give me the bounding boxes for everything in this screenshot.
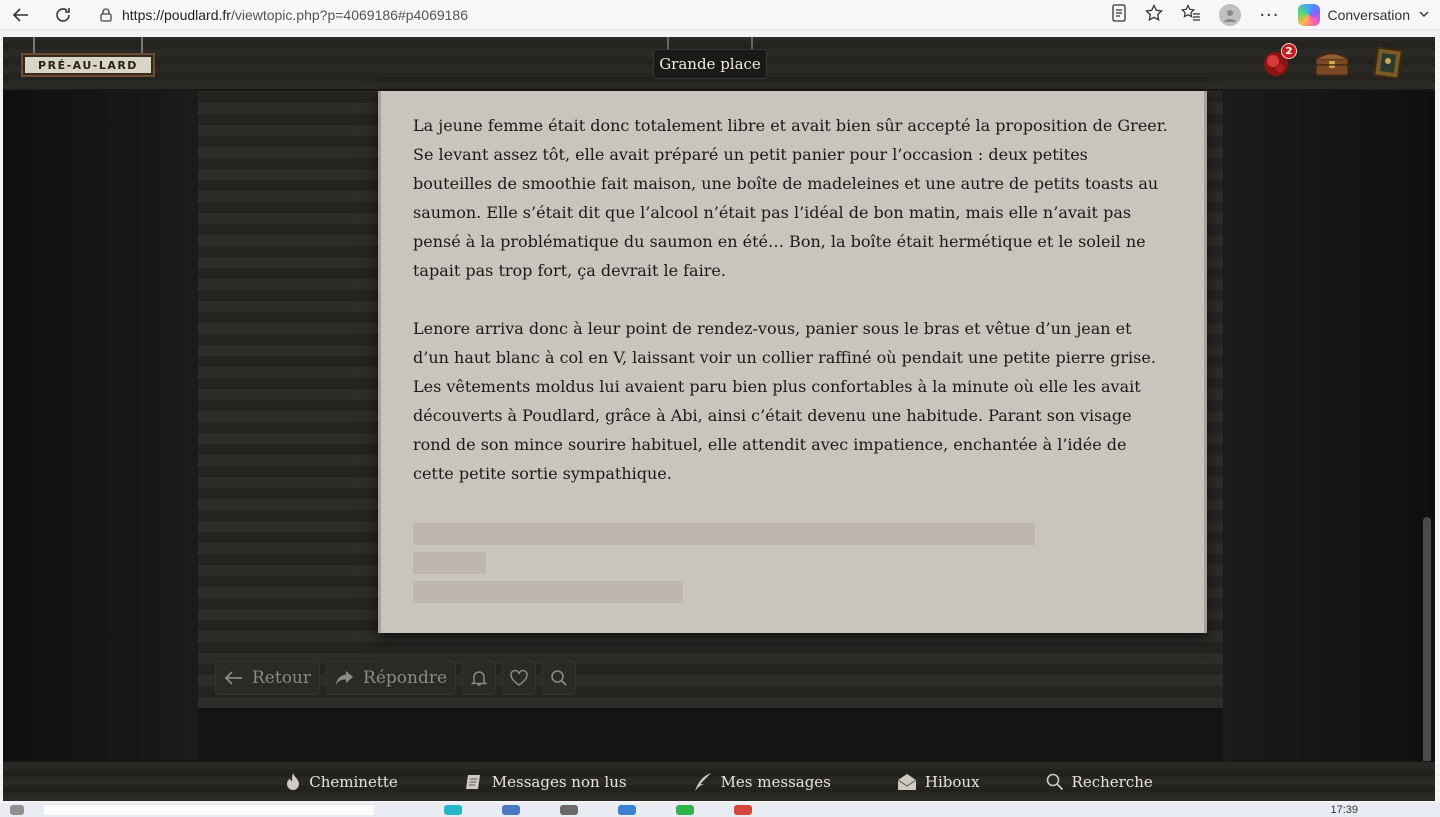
footer-item-label: Hiboux [924, 772, 980, 791]
footer-item-cheminette[interactable]: Cheminette [285, 772, 398, 792]
lock-icon [98, 7, 114, 23]
location-sign[interactable]: PRÉ-AU-LARD [21, 53, 155, 77]
footer-item-label: Cheminette [309, 772, 398, 791]
taskbar-search-box[interactable] [44, 805, 374, 815]
post-paragraph: Lenore arriva donc à leur point de rende… [413, 319, 1156, 483]
back-arrow-icon[interactable] [6, 0, 36, 30]
footer-item-my-messages[interactable]: Mes messages [693, 772, 831, 792]
page-scrollbar[interactable] [1423, 517, 1431, 782]
notification-count-badge: 2 [1281, 43, 1297, 59]
chevron-down-icon [1418, 7, 1430, 23]
footer-item-label: Mes messages [720, 772, 831, 791]
profile-avatar-icon[interactable] [1219, 4, 1242, 26]
forum-page: PRÉ-AU-LARD Grande place 2 La jeune femm… [3, 37, 1435, 801]
app-icon[interactable] [560, 805, 578, 815]
envelope-icon [897, 773, 917, 790]
refresh-icon[interactable] [48, 0, 78, 30]
reply-label: Répondre [363, 668, 448, 688]
place-chain-right [751, 37, 753, 49]
browser-toolbar: https://poudlard.fr/viewtopic.php?p=4069… [0, 0, 1440, 30]
signature-placeholder [413, 552, 486, 574]
quill-icon [694, 772, 711, 791]
address-bar[interactable]: https://poudlard.fr/viewtopic.php?p=4069… [98, 3, 1154, 27]
site-header: PRÉ-AU-LARD Grande place 2 [3, 37, 1435, 91]
taskbar-clock: 17:39 [1330, 804, 1358, 816]
url-path: /viewtopic.php?p=4069186#p4069186 [230, 6, 468, 23]
watch-topic-button[interactable] [462, 661, 497, 695]
footer-nav: Cheminette Messages non lus Mes messages… [3, 761, 1435, 801]
reply-button[interactable]: Répondre [326, 661, 457, 695]
signature-placeholder [413, 523, 1035, 545]
flame-icon [287, 772, 300, 790]
post-paragraph: La jeune femme était donc totalement lib… [413, 116, 1168, 280]
copilot-button[interactable]: Conversation [1297, 4, 1431, 26]
app-icon[interactable] [734, 805, 752, 815]
arrow-left-icon [224, 671, 242, 685]
footer-item-label: Recherche [1071, 772, 1153, 791]
footer-item-label: Messages non lus [491, 772, 627, 791]
back-button[interactable]: Retour [215, 661, 321, 695]
topic-actions: Retour Répondre [215, 661, 577, 695]
post-body: La jeune femme était donc totalement lib… [381, 91, 1204, 488]
place-title[interactable]: Grande place [653, 49, 767, 79]
search-icon [1046, 773, 1063, 790]
footer-item-unread[interactable]: Messages non lus [464, 772, 627, 792]
post-card: La jeune femme était donc totalement lib… [378, 91, 1207, 633]
url-host: https://poudlard.fr [122, 6, 231, 23]
reply-arrow-icon [336, 671, 354, 685]
footer-item-search[interactable]: Recherche [1046, 773, 1153, 791]
favorites-list-icon[interactable] [1181, 4, 1201, 26]
os-taskbar: 17:39 [0, 803, 1440, 817]
search-topic-button[interactable] [542, 661, 577, 695]
bell-icon [470, 671, 488, 686]
place-chain-left [667, 37, 669, 49]
right-wall [1223, 91, 1435, 761]
edge-icon[interactable] [444, 805, 462, 815]
back-label: Retour [252, 668, 312, 688]
copilot-label: Conversation [1327, 7, 1411, 23]
like-button[interactable] [502, 661, 537, 695]
heart-icon [510, 669, 528, 686]
scroll-icon [465, 774, 480, 789]
notifications-gem-icon[interactable]: 2 [1257, 43, 1297, 81]
more-options-icon[interactable]: ··· [1259, 5, 1279, 26]
signature-placeholder [413, 581, 683, 603]
footer-item-owls[interactable]: Hiboux [897, 773, 980, 791]
sign-chain-left [33, 37, 35, 53]
search-icon [551, 670, 567, 686]
left-wall [3, 91, 198, 761]
app-icon[interactable] [676, 805, 694, 815]
sign-chain-right [141, 37, 143, 53]
portrait-frame-icon[interactable] [1369, 45, 1407, 81]
favorite-star-icon[interactable] [1145, 3, 1164, 26]
reader-mode-icon[interactable] [1111, 4, 1127, 26]
treasure-chest-icon[interactable] [1313, 45, 1351, 81]
start-icon[interactable] [10, 805, 24, 815]
outlook-icon[interactable] [618, 805, 636, 815]
explorer-icon[interactable] [502, 805, 520, 815]
copilot-icon [1297, 4, 1320, 26]
